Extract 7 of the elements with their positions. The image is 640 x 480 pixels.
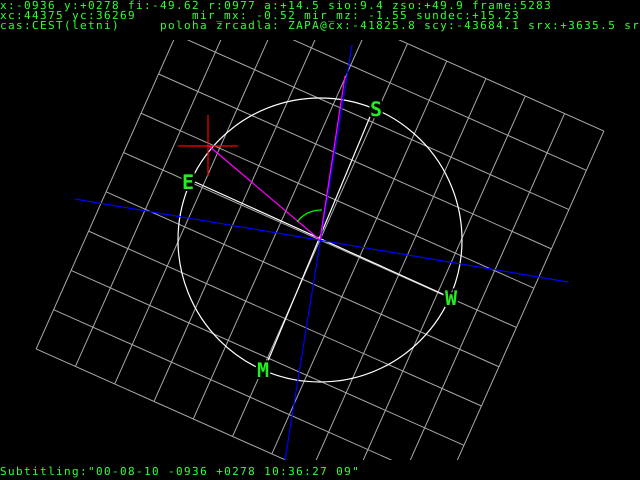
crosshair-icon xyxy=(178,115,238,176)
status-text: poloha zrcadla: ZAPA@cx:-41825.8 scy:-43684.1 srx:+3635.5 sr xyxy=(160,21,640,31)
status-text: cas:CEST(letni) xyxy=(0,21,120,31)
status-text: x:-0936 y:+0278 fi:-49.62 r:0977 a:+14.5 sio:9.4 zso:+49.9 frame:5283 xyxy=(0,1,552,11)
status-text: mir_mx: -0.52 mir_mz: -1.55 sundec:+15.23 xyxy=(192,11,520,21)
status-text: xc:44375 yc:36269 xyxy=(0,11,136,21)
angle-arc xyxy=(296,209,322,222)
